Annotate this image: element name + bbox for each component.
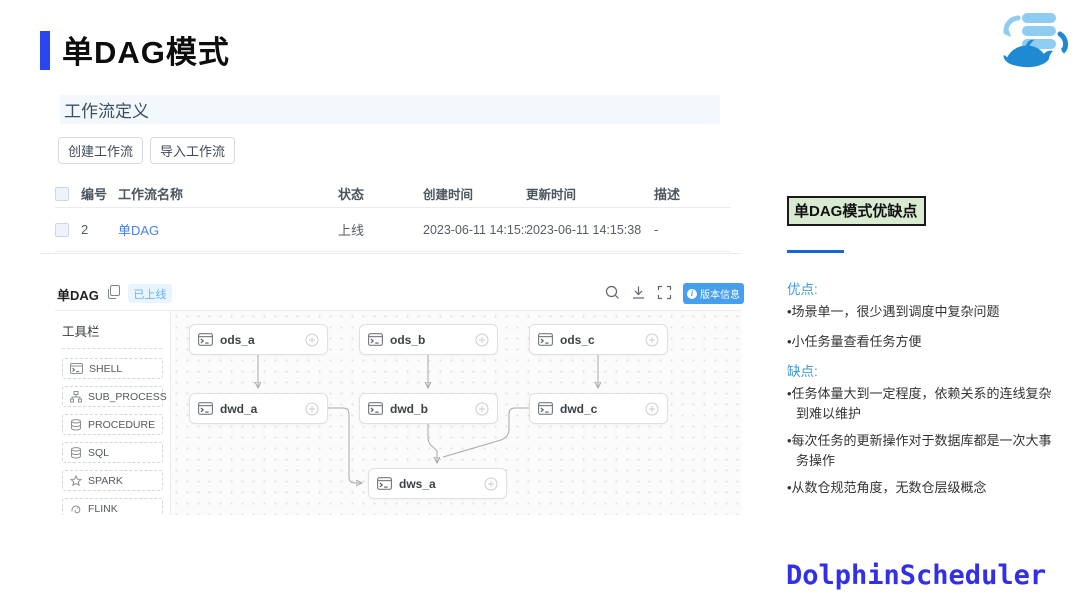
copy-icon[interactable] — [107, 285, 120, 299]
dag-toolbox: 工具栏 SHELL SUB_PROCESS PROCEDURE SQL SPAR… — [55, 311, 171, 515]
dag-node-dws-a[interactable]: dws_a — [368, 468, 507, 499]
pros-heading: 优点: — [787, 282, 818, 297]
brand-wordmark: DolphinScheduler — [786, 560, 1047, 591]
pro-item: •小任务量查看任务方便 — [787, 334, 922, 349]
slide: 单DAG模式 工作流定义 创建工作流 导入工作流 编号 工作流名称 状态 创建时… — [0, 0, 1080, 608]
node-label: ods_c — [560, 332, 595, 347]
col-id: 编号 — [81, 187, 108, 202]
star-icon — [70, 474, 82, 486]
notes-title-box: 单DAG模式优缺点 — [787, 196, 927, 226]
dag-node-ods-c[interactable]: ods_c — [529, 324, 668, 355]
toolbox-title: 工具栏 — [62, 321, 162, 349]
tool-label: SUB_PROCESS — [88, 390, 167, 403]
cell-created: 2023-06-11 14:15:38 — [423, 222, 526, 237]
shell-task-icon — [377, 477, 392, 490]
dag-panel-header: 单DAG 已上线 i 版本信息 — [55, 280, 744, 308]
import-workflow-button[interactable]: 导入工作流 — [150, 137, 235, 164]
shell-task-icon — [198, 333, 213, 346]
con-item: •任务体量大到一定程度，依赖关系的连线复杂到难以维护 — [787, 386, 1052, 421]
node-plus-icon[interactable] — [484, 477, 498, 491]
cell-updated: 2023-06-11 14:15:38 — [526, 222, 642, 237]
shell-task-icon — [368, 402, 383, 415]
shell-task-icon — [198, 402, 213, 415]
online-status-badge: 已上线 — [128, 284, 172, 303]
con-item: •每次任务的更新操作对于数据库都是一次大事务操作 — [787, 433, 1052, 468]
tool-item-sql[interactable]: SQL — [62, 442, 163, 463]
workflow-name-link[interactable]: 单DAG — [118, 223, 159, 238]
search-icon[interactable] — [605, 285, 620, 300]
cons-heading: 缺点: — [787, 364, 818, 379]
dag-node-dwd-b[interactable]: dwd_b — [359, 393, 498, 424]
table-row: 2 单DAG 上线 2023-06-11 14:15:38 2023-06-11… — [55, 208, 731, 252]
col-updated: 更新时间 — [526, 188, 577, 202]
col-status: 状态 — [338, 187, 365, 202]
col-created: 创建时间 — [423, 188, 474, 202]
node-label: ods_a — [220, 332, 255, 347]
tool-item-flink[interactable]: FLINK — [62, 498, 163, 515]
dag-workflow-name: 单DAG — [57, 288, 99, 303]
tool-item-sub-process[interactable]: SUB_PROCESS — [62, 386, 167, 407]
node-label: dws_a — [399, 476, 436, 491]
dolphinscheduler-logo-icon — [1003, 13, 1069, 68]
shell-task-icon — [538, 333, 553, 346]
database-icon — [71, 446, 81, 459]
node-plus-icon[interactable] — [645, 333, 659, 347]
dag-node-dwd-a[interactable]: dwd_a — [189, 393, 328, 424]
tool-item-spark[interactable]: SPARK — [62, 470, 163, 491]
database-icon — [71, 418, 81, 431]
cell-id: 2 — [81, 222, 89, 237]
tool-label: SHELL — [89, 362, 123, 375]
flink-icon — [71, 504, 81, 513]
cell-description: - — [654, 222, 659, 237]
tool-item-procedure[interactable]: PROCEDURE — [62, 414, 163, 435]
node-label: ods_b — [390, 332, 426, 347]
section-title: 工作流定义 — [64, 102, 149, 121]
node-label: dwd_a — [220, 401, 258, 416]
node-label: dwd_b — [390, 401, 428, 416]
dag-node-dwd-c[interactable]: dwd_c — [529, 393, 668, 424]
version-info-label: 版本信息 — [700, 290, 740, 301]
tool-item-shell[interactable]: SHELL — [62, 358, 163, 379]
title-accent-bar — [40, 31, 50, 70]
col-description: 描述 — [654, 187, 681, 202]
sub-process-icon — [70, 390, 82, 402]
tool-label: SQL — [88, 446, 110, 459]
node-plus-icon[interactable] — [475, 333, 489, 347]
select-all-checkbox[interactable] — [55, 187, 69, 202]
download-icon[interactable] — [631, 285, 646, 300]
workflow-definition-screenshot: 工作流定义 创建工作流 导入工作流 编号 工作流名称 状态 创建时间 更新时间 … — [40, 88, 744, 515]
dag-node-ods-a[interactable]: ods_a — [189, 324, 328, 355]
dag-node-ods-b[interactable]: ods_b — [359, 324, 498, 355]
version-info-button[interactable]: i 版本信息 — [683, 283, 744, 304]
node-plus-icon[interactable] — [305, 333, 319, 347]
section-divider — [40, 253, 742, 254]
dag-body: 工具栏 SHELL SUB_PROCESS PROCEDURE SQL SPAR… — [55, 310, 741, 515]
fullscreen-icon[interactable] — [657, 285, 672, 300]
info-icon: i — [687, 288, 697, 299]
cell-status: 上线 — [338, 223, 365, 238]
node-label: dwd_c — [560, 401, 598, 416]
node-plus-icon[interactable] — [645, 402, 659, 416]
page-title: 单DAG模式 — [62, 35, 230, 70]
tool-label: FLINK — [88, 502, 118, 515]
con-item: •从数仓规范角度，无数仓层级概念 — [787, 480, 987, 495]
row-checkbox[interactable] — [55, 223, 69, 238]
tool-label: PROCEDURE — [88, 418, 156, 431]
shell-task-icon — [368, 333, 383, 346]
notes-panel: 单DAG模式优缺点 优点: •场景单一，很少遇到调度中复杂问题 •小任务量查看任… — [787, 196, 1067, 526]
create-workflow-button[interactable]: 创建工作流 — [58, 137, 143, 164]
notes-accent-rule — [787, 250, 844, 253]
dag-canvas[interactable]: ods_a ods_b ods_c dwd_a dwd_b dwd_c dws_… — [171, 311, 741, 515]
terminal-icon — [70, 363, 83, 374]
tool-label: SPARK — [88, 474, 123, 487]
workflow-table: 编号 工作流名称 状态 创建时间 更新时间 描述 2 单DAG 上线 2023-… — [55, 180, 731, 252]
pro-item: •场景单一，很少遇到调度中复杂问题 — [787, 304, 1000, 319]
section-header: 工作流定义 — [60, 95, 720, 124]
shell-task-icon — [538, 402, 553, 415]
node-plus-icon[interactable] — [305, 402, 319, 416]
node-plus-icon[interactable] — [475, 402, 489, 416]
table-header-row: 编号 工作流名称 状态 创建时间 更新时间 描述 — [55, 180, 731, 208]
col-name: 工作流名称 — [118, 187, 184, 202]
